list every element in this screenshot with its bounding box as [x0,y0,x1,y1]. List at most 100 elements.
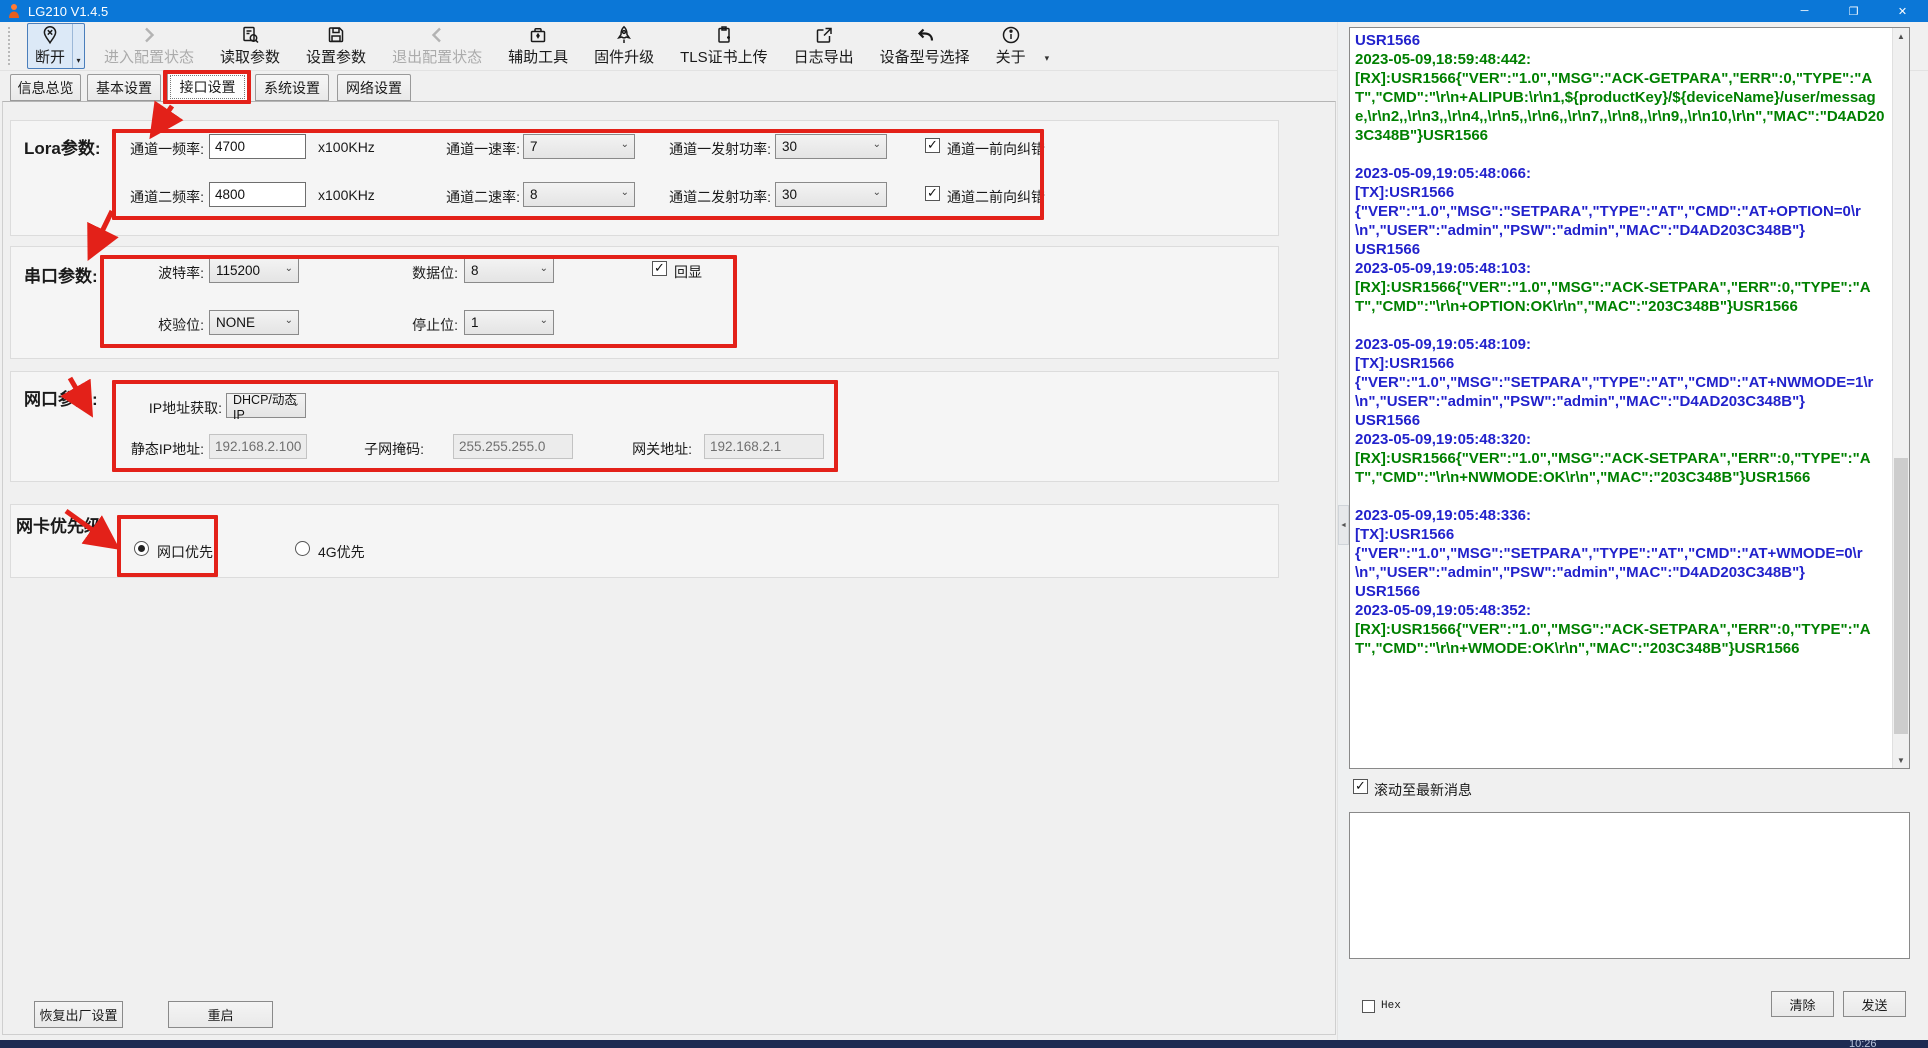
nic-groupbox [10,504,1279,578]
ch2-power-select[interactable]: 30 ⌄ [775,182,887,207]
scroll-thumb[interactable] [1894,458,1908,734]
tab-system-settings[interactable]: 系统设置 [255,74,329,101]
tab-basic-settings[interactable]: 基本设置 [87,74,161,101]
log-line: [RX]:USR1566{"VER":"1.0","MSG":"ACK-SETP… [1355,449,1887,487]
log-line: [TX]:USR1566 [1355,354,1887,373]
static-ip-input[interactable] [209,434,307,459]
chevron-left-icon [427,25,447,45]
ch2-rate-label: 通道二速率: [430,187,520,207]
toolbar-item-label: 设置参数 [306,46,366,67]
splitter-collapse-arrow[interactable]: ◄ [1338,505,1349,545]
serial-section-title: 串口参数: [24,262,98,287]
ch2-fec-checkbox[interactable]: ✓ [925,186,940,201]
baud-select[interactable]: 115200⌄ [209,258,299,283]
log-export-button[interactable]: 日志导出 [787,23,861,69]
scroll-to-latest-checkbox[interactable]: ✓ [1353,779,1368,794]
restart-button[interactable]: 重启 [168,1001,273,1028]
close-button[interactable]: ✕ [1879,0,1926,22]
databits-select[interactable]: 8⌄ [464,258,554,283]
clear-button[interactable]: 清除 [1771,991,1834,1017]
tls-cert-upload-button[interactable]: TLS证书上传 [673,23,775,69]
scroll-down-arrow[interactable]: ▼ [1893,752,1909,768]
log-line: 2023-05-09,19:05:48:320: [1355,430,1887,449]
aux-tools-button[interactable]: 辅助工具 [501,23,575,69]
log-line: [TX]:USR1566 [1355,183,1887,202]
ip-mode-label: IP地址获取: [134,398,222,418]
factory-reset-button[interactable]: 恢复出厂设置 [34,1001,123,1028]
floppy-save-icon [326,25,346,45]
firmware-upgrade-button[interactable]: 固件升级 [587,23,661,69]
ch1-rate-select[interactable]: 7⌄ [523,134,635,159]
rocket-icon [614,25,634,45]
ch2-rate-select[interactable]: 8⌄ [523,182,635,207]
log-output[interactable]: USR15662023-05-09,18:59:48:442:[RX]:USR1… [1350,28,1892,768]
gateway-input[interactable] [704,434,824,459]
chevron-down-icon: ⌄ [285,263,293,274]
subnet-mask-input[interactable] [453,434,573,459]
chevron-down-icon: ⌄ [292,398,300,409]
log-line: 2023-05-09,19:05:48:352: [1355,601,1887,620]
echo-checkbox[interactable]: ✓ [652,261,667,276]
toolbar-overflow-arrow[interactable]: ▾ [1045,53,1050,64]
minimize-button[interactable]: ─ [1781,0,1828,22]
parity-label: 校验位: [140,315,204,335]
log-scrollbar[interactable]: ▲ ▼ [1892,28,1909,768]
app-window: LG210 V1.4.5 ─ ❐ ✕ 断开 ▾ 进入配置状态 [0,0,1928,1048]
maximize-button[interactable]: ❐ [1830,0,1877,22]
enter-config-button[interactable]: 进入配置状态 [97,23,201,69]
databits-value: 8 [471,263,479,278]
log-line [1355,316,1887,335]
ethernet-groupbox [10,371,1279,482]
tab-info-overview[interactable]: 信息总览 [10,74,81,101]
tab-network-settings[interactable]: 网络设置 [337,74,411,101]
toolbar-item-label: 读取参数 [220,46,280,67]
chevron-down-icon: ⌄ [621,187,629,198]
nic-section-title: 网卡优先级: [16,512,107,537]
set-params-button[interactable]: 设置参数 [299,23,373,69]
log-line: USR1566 [1355,582,1887,601]
chevron-down-icon: ⌄ [285,315,293,326]
ch1-power-value: 30 [782,139,797,154]
disconnect-dropdown-arrow[interactable]: ▾ [72,24,84,68]
chevron-down-icon: ⌄ [873,187,881,198]
log-line: [RX]:USR1566{"VER":"1.0","MSG":"ACK-SETP… [1355,620,1887,658]
ch2-freq-input[interactable] [209,182,306,207]
ch2-power-label: 通道二发射功率: [645,187,771,207]
log-line [1355,487,1887,506]
disconnect-button-group[interactable]: 断开 ▾ [27,23,85,69]
nic-4g-first-radio[interactable] [295,541,310,556]
tab-interface-settings[interactable]: 接口设置 [167,72,248,102]
send-input[interactable] [1349,812,1910,959]
read-params-button[interactable]: 读取参数 [213,23,287,69]
toolbar-item-label: 辅助工具 [508,46,568,67]
exit-config-button[interactable]: 退出配置状态 [385,23,489,69]
stopbits-select[interactable]: 1⌄ [464,310,554,335]
ch1-power-select[interactable]: 30⌄ [775,134,887,159]
ch1-power-label: 通道一发射功率: [645,139,771,159]
toolbar-item-label: 进入配置状态 [104,46,194,67]
device-model-select-button[interactable]: 设备型号选择 [873,23,977,69]
toolbar-item-label: 固件升级 [594,46,654,67]
hex-checkbox[interactable]: ✓ [1362,1000,1375,1013]
toolbar-item-label: 日志导出 [794,46,854,67]
about-button[interactable]: 关于 [989,23,1033,69]
log-line: [RX]:USR1566{"VER":"1.0","MSG":"ACK-SETP… [1355,278,1887,316]
ch1-freq-label: 通道一频率: [116,139,204,159]
chevron-right-icon [139,25,159,45]
disconnect-button[interactable]: 断开 [28,24,72,68]
send-button[interactable]: 发送 [1843,991,1906,1017]
scroll-up-arrow[interactable]: ▲ [1893,28,1909,44]
ch2-power-value: 30 [782,187,797,202]
scroll-to-latest-label: 滚动至最新消息 [1374,780,1472,800]
parity-select[interactable]: NONE⌄ [209,310,299,335]
ch2-rate-value: 8 [530,187,538,202]
ch1-freq-input[interactable] [209,134,306,159]
export-icon [814,25,834,45]
lora-groupbox [10,120,1279,236]
ch1-fec-checkbox[interactable]: ✓ [925,138,940,153]
ethernet-section-title: 网口参数: [24,385,98,410]
nic-ethernet-first-radio[interactable] [134,541,149,556]
chevron-down-icon: ⌄ [621,139,629,150]
info-circle-icon [1001,25,1021,45]
ip-mode-select[interactable]: DHCP/动态IP⌄ [226,393,306,418]
